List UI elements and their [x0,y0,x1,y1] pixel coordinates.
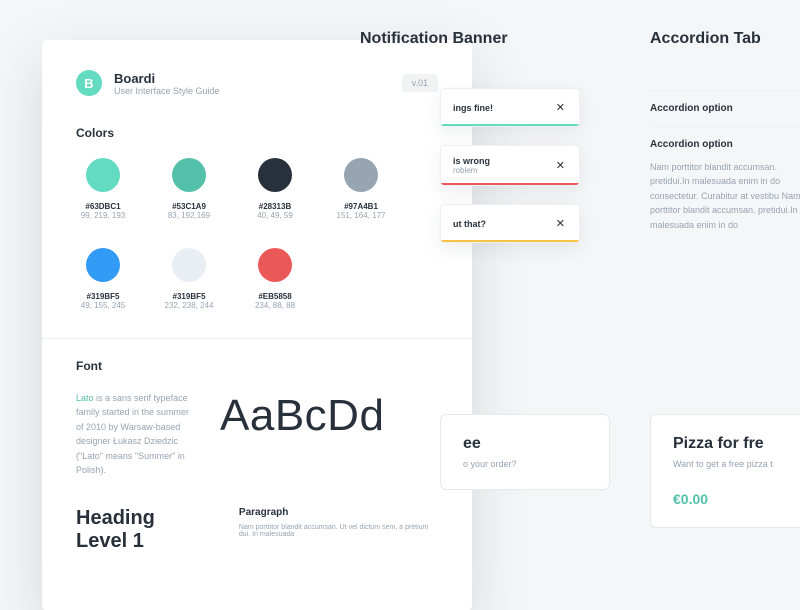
colors-heading: Colors [76,126,438,140]
accordion-label: Accordion option [650,139,800,150]
notification-title: ut that? [453,219,486,229]
color-swatch: #97A4B1151, 164, 177 [334,158,388,220]
notification-subtitle: roblem [453,166,490,175]
swatch-hex: #63DBC1 [76,202,130,211]
font-row: Lato is a sans serif typeface family sta… [76,391,438,477]
swatch-hex: #EB5858 [248,292,302,301]
promo-title: ee [463,435,587,453]
font-link[interactable]: Lato [76,393,94,403]
header: B Boardi User Interface Style Guide v.01 [76,70,438,96]
swatch-hex: #97A4B1 [334,202,388,211]
swatch-rgb: 83, 192,169 [162,211,216,220]
notification-banner-heading: Notification Banner [360,30,508,48]
font-blurb-text: is a sans serif typeface family started … [76,393,189,475]
promo-subtitle: o your order? [463,459,587,469]
header-text: Boardi User Interface Style Guide [114,71,220,96]
swatch-dot [86,158,120,192]
accordion-body: Nam porttitor blandit accumsan. pretidui… [650,160,800,232]
swatch-hex: #53C1A9 [162,202,216,211]
styleguide-card: B Boardi User Interface Style Guide v.01… [42,40,472,610]
swatch-dot [172,248,206,282]
close-icon[interactable]: ✕ [554,99,567,116]
font-sample: AaBcDd [220,391,384,441]
type-row: Heading Level 1 Paragraph Nam porttitor … [76,507,438,553]
swatch-dot [86,248,120,282]
promo-card[interactable]: Pizza for fre Want to get a free pizza t… [650,414,800,528]
notification-item: is wrongroblem ✕ [440,145,580,186]
accordion-label: Accordion option [650,103,800,114]
swatch-hex: #28313B [248,202,302,211]
color-swatch: #53C1A983, 192,169 [162,158,216,220]
accordion-item[interactable]: Accordion option Nam porttitor blandit ac… [650,126,800,244]
color-swatch: #319BF5232, 238, 244 [162,248,216,310]
swatch-rgb: 151, 164, 177 [334,211,388,220]
paragraph-text: Nam porttitor blandit accumsan. Ut vel d… [239,524,438,538]
notification-title: ings fine! [453,103,493,113]
accordion: Accordion option Accordion option Nam port… [650,90,800,244]
color-swatch: #28313B40, 49, 59 [248,158,302,220]
app-subtitle: User Interface Style Guide [114,86,220,96]
promo-price: €0.00 [673,491,797,507]
swatch-hex: #319BF5 [162,292,216,301]
notification-bar [441,124,579,126]
notification-title: is wrong [453,156,490,166]
swatch-rgb: 234, 88, 88 [248,301,302,310]
swatch-grid: #63DBC199, 219, 193 #53C1A983, 192,169 #28… [76,158,438,310]
divider [42,338,472,339]
accordion-tab-heading: Accordion Tab [650,30,761,48]
close-icon[interactable]: ✕ [554,157,567,174]
swatch-dot [344,158,378,192]
notification-item: ings fine! ✕ [440,88,580,127]
color-swatch: #EB5858234, 88, 88 [248,248,302,310]
notification-item: ut that? ✕ [440,204,580,243]
swatch-hex: #319BF5 [76,292,130,301]
version-badge: v.01 [402,74,438,92]
font-blurb: Lato is a sans serif typeface family sta… [76,391,196,477]
heading-sample: Heading Level 1 [76,507,199,553]
swatch-rgb: 49, 155, 245 [76,301,130,310]
notification-stack: ings fine! ✕ is wrongroblem ✕ ut that? ✕ [440,88,580,243]
logo-badge: B [76,70,102,96]
font-heading: Font [76,359,438,373]
promo-card[interactable]: ee o your order? [440,414,610,490]
accordion-item[interactable]: Accordion option [650,90,800,126]
promo-subtitle: Want to get a free pizza t [673,459,797,469]
color-swatch: #63DBC199, 219, 193 [76,158,130,220]
paragraph-column: Paragraph Nam porttitor blandit accumsan… [239,507,438,553]
promo-title: Pizza for fre [673,435,797,453]
color-swatch: #319BF549, 155, 245 [76,248,130,310]
swatch-dot [258,158,292,192]
paragraph-label: Paragraph [239,507,438,518]
close-icon[interactable]: ✕ [554,215,567,232]
swatch-rgb: 232, 238, 244 [162,301,216,310]
swatch-dot [258,248,292,282]
notification-bar [441,240,579,242]
swatch-rgb: 99, 219, 193 [76,211,130,220]
swatch-dot [172,158,206,192]
swatch-rgb: 40, 49, 59 [248,211,302,220]
app-title: Boardi [114,71,220,86]
notification-bar [441,183,579,185]
